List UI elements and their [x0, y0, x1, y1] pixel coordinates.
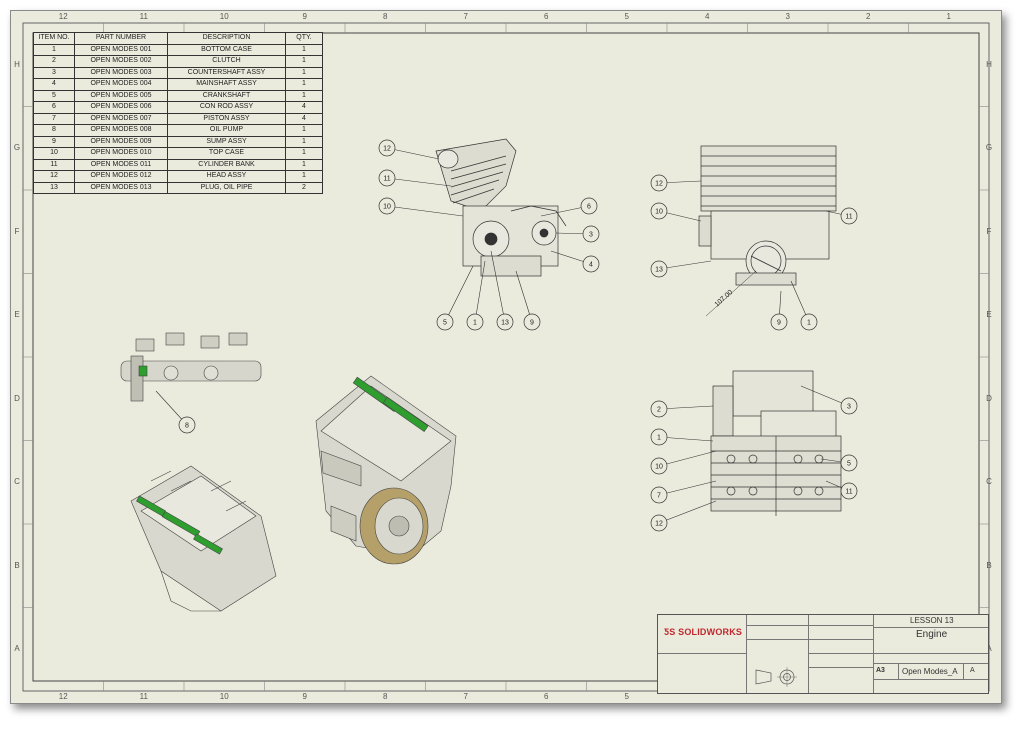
svg-text:1: 1	[657, 435, 661, 442]
title-block: ƼS SOLIDWORKS LESSON 13 Engine A3 Open M…	[657, 614, 989, 694]
balloon-side-view: 12	[378, 139, 440, 160]
solidworks-logo: ƼS SOLIDWORKS	[664, 627, 743, 637]
drawing-sheet: 12 11 10 9 8 7 6 5 4 3 2 1 12 11 10 9 8 7 6 5 H G F E D C B A H G F E D C…	[10, 10, 1002, 704]
svg-text:13: 13	[655, 267, 663, 274]
svg-text:3: 3	[589, 232, 593, 239]
lesson-label: LESSON 13	[910, 616, 954, 625]
balloon-side-view: 11	[378, 169, 452, 187]
balloon-top-view: 2	[650, 400, 714, 418]
svg-text:8: 8	[185, 423, 189, 430]
balloon-side-view: 3	[555, 225, 600, 243]
svg-text:9: 9	[777, 320, 781, 327]
balloon-front-view: 10	[650, 202, 702, 222]
svg-text:12: 12	[383, 146, 391, 153]
balloon-crank-view: 8	[155, 390, 196, 434]
iso-engine-left	[130, 465, 277, 612]
svg-text:12: 12	[655, 181, 663, 188]
crankshaft-view	[120, 332, 262, 402]
drawing-views: 121110 6345 1 13 9121013119 1211071235118 107…	[120, 138, 858, 612]
balloon-top-view: 10	[650, 450, 717, 475]
side-view	[435, 138, 567, 277]
sheet-size: A3	[876, 667, 885, 674]
balloon-front-view: 9	[770, 290, 788, 331]
svg-text:11: 11	[845, 214, 852, 221]
balloon-side-view: 10	[378, 197, 464, 217]
svg-text:2: 2	[657, 407, 661, 414]
balloon-front-view: 13	[650, 260, 712, 278]
svg-text:7: 7	[657, 493, 661, 500]
svg-text:4: 4	[589, 262, 593, 269]
drawing-number: Open Modes_A	[902, 667, 958, 676]
svg-text:5: 5	[847, 461, 851, 468]
balloon-top-view: 1	[650, 428, 714, 446]
svg-text:12: 12	[655, 521, 663, 528]
drawing-title: Engine	[916, 629, 948, 640]
svg-text:11: 11	[845, 489, 852, 496]
svg-text:1: 1	[807, 320, 811, 327]
svg-text:6: 6	[587, 204, 591, 211]
svg-text:5: 5	[443, 320, 447, 327]
iso-engine-right	[315, 375, 457, 565]
front-view	[698, 145, 837, 317]
svg-text:11: 11	[383, 176, 390, 183]
svg-text:10: 10	[383, 204, 391, 211]
projection-symbol-icon	[755, 667, 797, 687]
svg-text:13: 13	[501, 320, 509, 327]
svg-text:1: 1	[473, 320, 477, 327]
revision: A	[970, 667, 975, 674]
balloon-front-view: 12	[650, 174, 702, 192]
balloon-side-view: 9	[515, 270, 541, 331]
balloon-top-view: 12	[650, 500, 717, 532]
svg-text:3: 3	[847, 404, 851, 411]
svg-text:10: 10	[655, 209, 663, 216]
dimension-label: 107.00	[714, 289, 735, 309]
svg-text:9: 9	[530, 320, 534, 327]
top-view	[710, 370, 842, 516]
balloon-top-view: 7	[650, 480, 717, 504]
svg-text:10: 10	[655, 464, 663, 471]
balloon-front-view: 1	[790, 280, 818, 331]
